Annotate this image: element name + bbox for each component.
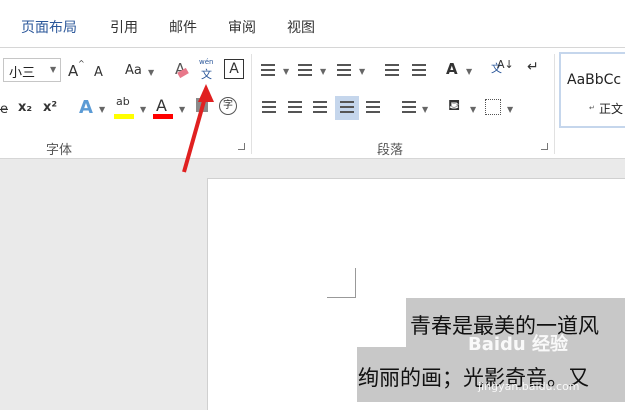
paint-bucket-icon[interactable]: ⛾ bbox=[448, 96, 460, 116]
increase-indent-icon[interactable] bbox=[412, 64, 426, 76]
watermark-url: jingyan.baidu.com bbox=[478, 380, 580, 393]
shrink-font-button[interactable]: A bbox=[94, 65, 103, 80]
font-size-select[interactable]: 小三 ▼ bbox=[3, 58, 61, 82]
show-marks-icon[interactable]: ↵ bbox=[527, 59, 539, 75]
style-name: 正文 bbox=[599, 102, 624, 116]
chevron-down-icon: ▼ bbox=[470, 105, 477, 114]
tab-references[interactable]: 引用 bbox=[110, 17, 138, 37]
bullets-icon[interactable] bbox=[261, 64, 275, 76]
tab-review[interactable]: 审阅 bbox=[228, 17, 256, 37]
superscript-button[interactable]: x² bbox=[43, 100, 57, 115]
font-group-label: 字体 bbox=[46, 143, 73, 158]
margin-corner-mark bbox=[355, 268, 356, 297]
chevron-down-icon: ▼ bbox=[359, 67, 366, 76]
tab-view[interactable]: 视图 bbox=[287, 17, 315, 37]
decrease-indent-icon[interactable] bbox=[385, 64, 399, 76]
annotation-arrow bbox=[182, 84, 214, 173]
font-color-button[interactable]: A bbox=[156, 96, 167, 115]
style-preview: AaBbCc bbox=[567, 72, 622, 88]
multilevel-list-icon[interactable] bbox=[337, 64, 351, 76]
paragraph-mark-icon: ↵ bbox=[589, 104, 595, 112]
highlight-color-bar bbox=[114, 114, 134, 119]
group-separator bbox=[554, 54, 555, 154]
pinyin-guide-top: wén bbox=[199, 58, 214, 66]
watermark-logo: Baidu 经验 bbox=[468, 334, 569, 355]
borders-icon[interactable] bbox=[485, 99, 501, 115]
ribbon: 小三 ▼ A ^ A Aa ▼ A wén 文 A e x₂ x² A ▼ ab… bbox=[0, 47, 625, 159]
group-separator bbox=[251, 54, 252, 154]
enclose-char-button[interactable]: 字 bbox=[219, 97, 237, 115]
align-center-icon[interactable] bbox=[288, 101, 302, 113]
highlight-button[interactable]: ab bbox=[116, 95, 130, 108]
chevron-down-icon: ▼ bbox=[50, 65, 57, 74]
line-spacing-icon[interactable] bbox=[402, 101, 416, 113]
tab-page-layout[interactable]: 页面布局 bbox=[21, 17, 77, 37]
font-dialog-launcher[interactable] bbox=[238, 143, 245, 150]
distributed-icon[interactable] bbox=[366, 101, 380, 113]
paragraph-group-label: 段落 bbox=[377, 143, 404, 158]
font-size-value: 小三 bbox=[9, 66, 36, 81]
align-right-icon[interactable] bbox=[313, 101, 327, 113]
text-direction-button[interactable]: A bbox=[446, 60, 458, 78]
strikethrough-button[interactable]: e bbox=[0, 102, 8, 117]
chevron-down-icon: ▼ bbox=[99, 105, 106, 114]
chevron-down-icon: ▼ bbox=[466, 67, 473, 76]
char-border-button[interactable]: A bbox=[224, 59, 244, 79]
chevron-down-icon: ▼ bbox=[283, 67, 290, 76]
sort-icon[interactable]: A↓ bbox=[497, 58, 514, 71]
chevron-down-icon: ▼ bbox=[148, 68, 155, 77]
tab-mailings[interactable]: 邮件 bbox=[169, 17, 197, 37]
subscript-button[interactable]: x₂ bbox=[18, 100, 32, 115]
ribbon-tab-bar: 页面布局 引用 邮件 审阅 视图 bbox=[0, 0, 625, 47]
style-gallery-item[interactable]: AaBbCc 正文 ↵ bbox=[559, 52, 625, 128]
chevron-down-icon: ▼ bbox=[507, 105, 514, 114]
paragraph-dialog-launcher[interactable] bbox=[541, 143, 548, 150]
change-case-button[interactable]: Aa bbox=[125, 63, 142, 78]
chevron-down-icon: ▼ bbox=[320, 67, 327, 76]
grow-font-button[interactable]: A bbox=[68, 62, 78, 80]
text-effects-button[interactable]: A bbox=[79, 97, 93, 118]
justify-icon bbox=[340, 101, 354, 113]
align-left-icon[interactable] bbox=[262, 101, 276, 113]
chevron-down-icon: ▼ bbox=[422, 105, 429, 114]
numbering-icon[interactable] bbox=[298, 64, 312, 76]
up-caret-icon: ^ bbox=[78, 59, 85, 68]
margin-corner-mark bbox=[327, 297, 356, 298]
chevron-down-icon: ▼ bbox=[140, 105, 147, 114]
